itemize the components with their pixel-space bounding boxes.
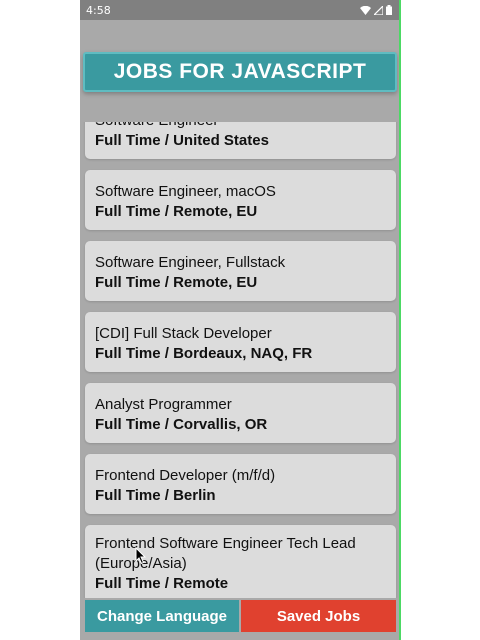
job-title: Frontend Developer (m/f/d) [95, 467, 276, 484]
app-header: JOBS FOR JAVASCRIPT [83, 52, 397, 92]
job-subtitle: Full Time / Corvallis, OR [95, 416, 268, 433]
job-card[interactable]: Frontend Software Engineer Tech Lead (Eu… [85, 525, 396, 598]
job-title: Software Engineer, macOS [95, 183, 276, 200]
job-list: Software Engineer Full Time / United Sta… [85, 122, 396, 598]
job-card[interactable]: Software Engineer, macOS Full Time / Rem… [85, 170, 396, 230]
job-title: Analyst Programmer [95, 396, 232, 413]
battery-icon [386, 5, 392, 15]
job-title: Software Engineer [95, 122, 386, 131]
signal-icon [374, 5, 383, 15]
job-card[interactable]: Frontend Developer (m/f/d) Full Time / B… [85, 454, 396, 514]
window-edge [399, 0, 401, 640]
job-card[interactable]: Software Engineer Full Time / United Sta… [85, 122, 396, 159]
app-screen: 4:58 JOBS FOR JAVASCRIPT Software Engine… [80, 0, 400, 640]
wifi-icon [360, 5, 371, 15]
job-card[interactable]: Software Engineer, Fullstack Full Time /… [85, 241, 396, 301]
job-subtitle: Full Time / Remote, EU [95, 274, 258, 291]
job-subtitle: Full Time / Berlin [95, 487, 216, 504]
mouse-pointer-icon [135, 547, 147, 565]
saved-jobs-button[interactable]: Saved Jobs [241, 600, 396, 632]
status-bar: 4:58 [80, 0, 400, 20]
job-subtitle: Full Time / Remote, EU [95, 203, 258, 220]
job-subtitle: Full Time / United States [95, 132, 269, 149]
page-title: JOBS FOR JAVASCRIPT [113, 60, 367, 83]
job-subtitle: Full Time / Remote [95, 575, 229, 592]
job-card[interactable]: [CDI] Full Stack Developer Full Time / B… [85, 312, 396, 372]
bottom-bar: Change Language Saved Jobs [80, 598, 400, 640]
job-title: Software Engineer, Fullstack [95, 254, 286, 271]
status-time: 4:58 [86, 3, 111, 17]
change-language-button[interactable]: Change Language [85, 600, 239, 632]
job-title: [CDI] Full Stack Developer [95, 325, 272, 342]
job-card[interactable]: Analyst Programmer Full Time / Corvallis… [85, 383, 396, 443]
status-icons [360, 5, 392, 15]
job-list-viewport[interactable]: Software Engineer Full Time / United Sta… [80, 122, 400, 598]
job-subtitle: Full Time / Bordeaux, NAQ, FR [95, 345, 313, 362]
